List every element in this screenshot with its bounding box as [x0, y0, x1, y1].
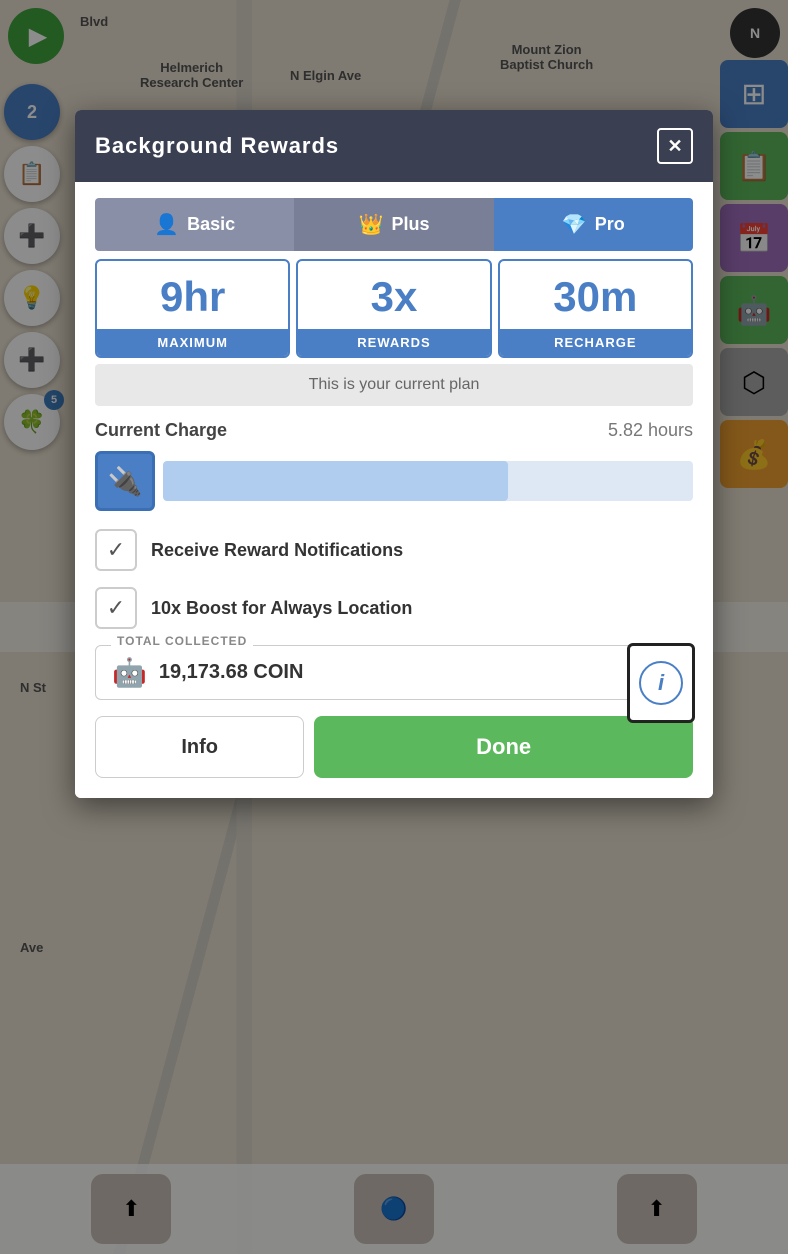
- total-robot-icon: 🤖: [112, 656, 147, 689]
- notifications-row: ✓ Receive Reward Notifications: [95, 529, 693, 571]
- tab-plus[interactable]: 👑 Plus: [294, 198, 493, 251]
- stat-recharge-value: 30m: [500, 261, 691, 329]
- current-plan-banner: This is your current plan: [95, 364, 693, 406]
- pro-icon: 💎: [562, 212, 587, 237]
- progress-bar-fill: [163, 461, 508, 501]
- stat-recharge-label: RECHARGE: [500, 329, 691, 356]
- plan-tabs: 👤 Basic 👑 Plus 💎 Pro: [95, 198, 693, 251]
- modal-footer: Info Done: [95, 716, 693, 778]
- stat-recharge: 30m RECHARGE: [498, 259, 693, 358]
- done-button[interactable]: Done: [314, 716, 693, 778]
- coin-amount: 19,173.68 COIN: [159, 661, 304, 684]
- total-collected-legend: TOTAL COLLECTED: [111, 634, 253, 648]
- stat-maximum-label: MAXIMUM: [97, 329, 288, 356]
- plus-icon: 👑: [359, 212, 384, 237]
- stats-row: 9hr MAXIMUM 3x REWARDS 30m RECHARGE: [95, 259, 693, 358]
- stat-rewards-label: REWARDS: [298, 329, 489, 356]
- progress-bar-container: [163, 461, 693, 501]
- total-collected-fieldset: 🤖 19,173.68 COIN: [95, 645, 693, 700]
- close-button[interactable]: ✕: [657, 128, 693, 164]
- stat-rewards-value: 3x: [298, 261, 489, 329]
- notifications-checkbox[interactable]: ✓: [95, 529, 137, 571]
- plus-label: Plus: [391, 214, 429, 235]
- charge-icon-button[interactable]: 🔌: [95, 451, 155, 511]
- stat-maximum-value: 9hr: [97, 261, 288, 329]
- charge-label: Current Charge: [95, 420, 227, 441]
- pro-label: Pro: [595, 214, 625, 235]
- tab-basic[interactable]: 👤 Basic: [95, 198, 294, 251]
- info-button[interactable]: Info: [95, 716, 304, 778]
- background-rewards-modal: Background Rewards ✕ 👤 Basic 👑 Plus 💎 Pr…: [75, 110, 713, 798]
- close-icon: ✕: [667, 136, 682, 157]
- plug-icon: 🔌: [108, 465, 143, 498]
- tab-pro[interactable]: 💎 Pro: [494, 198, 693, 251]
- modal-body: 👤 Basic 👑 Plus 💎 Pro 9hr MAXIMUM 3x REWA…: [75, 182, 713, 798]
- current-plan-text: This is your current plan: [309, 376, 480, 393]
- stat-rewards: 3x REWARDS: [296, 259, 491, 358]
- notifications-label: Receive Reward Notifications: [151, 540, 403, 561]
- info-circle-icon: i: [639, 661, 683, 705]
- boost-label: 10x Boost for Always Location: [151, 598, 412, 619]
- progress-area: 🔌: [95, 451, 693, 511]
- boost-checkbox[interactable]: ✓: [95, 587, 137, 629]
- basic-label: Basic: [187, 214, 235, 235]
- total-collected-section: TOTAL COLLECTED 🤖 19,173.68 COIN i: [95, 645, 693, 700]
- modal-title: Background Rewards: [95, 133, 339, 159]
- stat-maximum: 9hr MAXIMUM: [95, 259, 290, 358]
- modal-header: Background Rewards ✕: [75, 110, 713, 182]
- basic-icon: 👤: [154, 212, 179, 237]
- charge-row: Current Charge 5.82 hours: [95, 420, 693, 441]
- charge-value: 5.82 hours: [608, 420, 693, 441]
- boost-row: ✓ 10x Boost for Always Location: [95, 587, 693, 629]
- info-circle-button[interactable]: i: [627, 643, 695, 723]
